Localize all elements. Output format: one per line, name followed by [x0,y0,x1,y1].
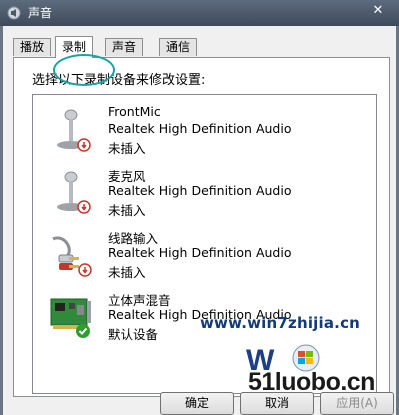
line-in-cable-icon [52,236,92,277]
title-bar[interactable]: 声音 ✕ [0,0,399,26]
device-item-microphone[interactable]: 麦克风 Realtek High Definition Audio 未插入 [33,165,376,227]
device-item-line-in[interactable]: 线路输入 Realtek High Definition Audio 未插入 [33,227,376,289]
device-item-frontmic[interactable]: FrontMic Realtek High Definition Audio 未… [33,103,376,165]
microphone-icon [57,109,91,152]
cancel-button[interactable]: 取消 [240,392,314,415]
device-driver: Realtek High Definition Audio [108,183,292,198]
device-name: FrontMic [108,104,161,119]
tab-sounds[interactable]: 声音 [105,38,144,56]
dialog-body: 播放 录制 声音 通信 选择以下录制设备来修改设置: FrontMic Real… [0,26,399,415]
device-status: 默认设备 [108,327,159,342]
tab-playback[interactable]: 播放 [13,38,52,56]
apply-button[interactable]: 应用(A) [320,392,394,415]
device-status: 未插入 [108,203,146,218]
close-button[interactable]: ✕ [369,2,387,20]
device-status: 未插入 [108,141,146,156]
tab-highlight-circle [53,54,115,86]
watermark-win7zhijia: www.win7zhijia.cn [200,314,361,332]
window-title: 声音 [28,6,53,20]
ok-button[interactable]: 确定 [160,392,234,415]
tab-communications[interactable]: 通信 [159,38,198,56]
microphone-icon [57,171,91,214]
device-driver: Realtek High Definition Audio [108,245,292,260]
device-status: 未插入 [108,265,146,280]
recording-panel: 选择以下录制设备来修改设置: FrontMic Realtek High Def… [13,57,390,397]
sound-card-icon [50,298,91,338]
device-driver: Realtek High Definition Audio [108,121,292,136]
sound-app-icon [7,6,21,20]
